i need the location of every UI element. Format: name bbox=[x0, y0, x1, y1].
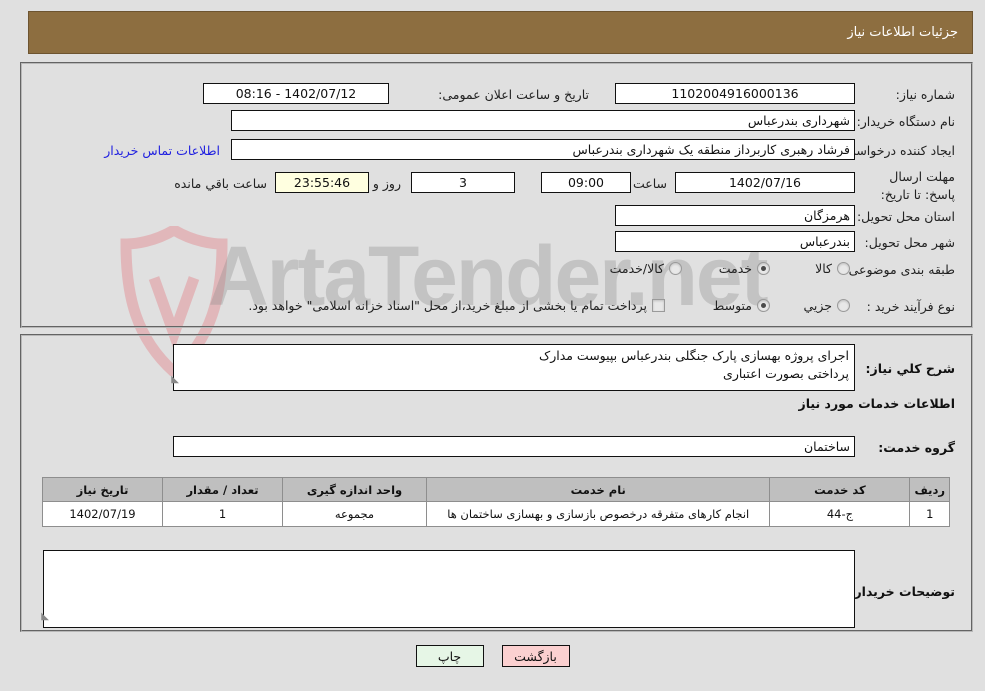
radio-circle-selected-icon bbox=[757, 262, 770, 275]
radio-circle-icon bbox=[669, 262, 682, 275]
deadline-hour-value[interactable] bbox=[541, 172, 631, 193]
request-creator-value[interactable] bbox=[231, 139, 855, 160]
radio-circle-icon bbox=[837, 262, 850, 275]
cell-row-no: 1 bbox=[909, 501, 950, 527]
print-button[interactable]: چاپ bbox=[415, 645, 484, 667]
category-radio-kala-label: کالا bbox=[815, 261, 832, 276]
cell-unit: مجموعه bbox=[282, 501, 427, 527]
radio-circle-selected-icon bbox=[757, 299, 770, 312]
islamic-treasury-checkbox[interactable]: پرداخت تمام یا بخشی از مبلغ خرید،از محل … bbox=[248, 298, 665, 313]
page-root: ArtaTender.net جزئیات اطلاعات نیاز شماره… bbox=[0, 0, 985, 691]
need-number-value[interactable] bbox=[615, 83, 855, 104]
category-radio-kala-khedmat-label: کالا/خدمت bbox=[609, 261, 664, 276]
page-title-bar: جزئیات اطلاعات نیاز bbox=[28, 11, 973, 54]
request-creator-label: ایجاد کننده درخواست: bbox=[839, 143, 955, 158]
deadline-hour-label: ساعت bbox=[632, 176, 667, 191]
countdown-suffix-label: ساعت باقي مانده bbox=[174, 176, 267, 191]
purchase-process-label: نوع فرآیند خرید : bbox=[866, 299, 955, 314]
back-button[interactable]: بازگشت bbox=[501, 645, 570, 667]
countdown-timer-value[interactable] bbox=[275, 172, 369, 193]
remaining-days-value[interactable] bbox=[411, 172, 515, 193]
buyer-contact-link[interactable]: اطلاعات تماس خریدار bbox=[104, 143, 220, 158]
service-group-value[interactable] bbox=[173, 436, 855, 457]
remaining-days-unit-label: روز و bbox=[372, 176, 401, 191]
cell-code: ج-44 bbox=[769, 501, 911, 527]
delivery-province-value[interactable] bbox=[615, 205, 855, 226]
table-header-row: ردیف کد خدمت نام خدمت واحد اندازه گیری ت… bbox=[42, 477, 950, 502]
col-need-date: تاریخ نیاز bbox=[42, 477, 163, 502]
public-announce-value[interactable] bbox=[203, 83, 389, 104]
category-radio-kala-khedmat[interactable]: کالا/خدمت bbox=[610, 261, 682, 276]
category-radio-khedmat[interactable]: خدمت bbox=[719, 261, 770, 276]
delivery-province-label: استان محل تحویل: bbox=[856, 209, 955, 224]
cell-qty: 1 bbox=[162, 501, 283, 527]
col-unit: واحد اندازه گیری bbox=[282, 477, 427, 502]
cell-name: انجام کارهای متفرقه درخصوص بازسازی و بهس… bbox=[425, 501, 771, 527]
action-button-row: بازگشت چاپ bbox=[0, 645, 985, 667]
response-deadline-label: مهلت ارسال پاسخ: تا تاریخ: bbox=[880, 169, 955, 203]
buyer-comments-value[interactable] bbox=[43, 550, 855, 628]
cell-need-date: 1402/07/19 bbox=[42, 501, 163, 527]
buyer-comments-label: توضیحات خریدار: bbox=[849, 584, 955, 599]
process-radio-motavaset[interactable]: متوسط bbox=[713, 298, 770, 313]
services-table-wrapper: ردیف کد خدمت نام خدمت واحد اندازه گیری ت… bbox=[42, 477, 950, 527]
need-number-label: شماره نیاز: bbox=[895, 87, 955, 102]
general-description-label: شرح کلي نیاز: bbox=[865, 361, 955, 376]
delivery-city-label: شهر محل تحویل: bbox=[864, 235, 955, 250]
category-radio-kala[interactable]: کالا bbox=[815, 261, 850, 276]
buyer-org-value[interactable] bbox=[231, 110, 855, 131]
service-group-label: گروه خدمت: bbox=[878, 440, 955, 455]
services-section-title: اطلاعات خدمات مورد نیاز bbox=[798, 396, 956, 411]
table-row: 1 ج-44 انجام کارهای متفرقه درخصوص بازساز… bbox=[42, 501, 950, 527]
process-radio-jozi[interactable]: جزیي bbox=[803, 298, 850, 313]
services-table: ردیف کد خدمت نام خدمت واحد اندازه گیری ت… bbox=[42, 477, 950, 527]
page-title: جزئیات اطلاعات نیاز bbox=[847, 25, 958, 40]
col-code: کد خدمت bbox=[769, 477, 911, 502]
col-row-no: ردیف bbox=[909, 477, 950, 502]
category-radio-khedmat-label: خدمت bbox=[718, 261, 752, 276]
buyer-org-label: نام دستگاه خریدار: bbox=[856, 114, 955, 129]
public-announce-label: تاریخ و ساعت اعلان عمومی: bbox=[438, 87, 589, 102]
col-name: نام خدمت bbox=[425, 477, 771, 502]
deadline-date-value[interactable] bbox=[675, 172, 855, 193]
col-qty: تعداد / مقدار bbox=[162, 477, 283, 502]
general-description-value[interactable] bbox=[173, 344, 855, 391]
process-radio-motavaset-label: متوسط bbox=[712, 298, 752, 313]
checkbox-box-icon bbox=[652, 299, 665, 312]
process-radio-jozi-label: جزیي bbox=[803, 298, 832, 313]
delivery-city-value[interactable] bbox=[615, 231, 855, 252]
radio-circle-icon bbox=[837, 299, 850, 312]
islamic-treasury-checkbox-label: پرداخت تمام یا بخشی از مبلغ خرید،از محل … bbox=[248, 298, 647, 313]
subject-category-label: طبقه بندی موضوعی: bbox=[844, 262, 955, 277]
